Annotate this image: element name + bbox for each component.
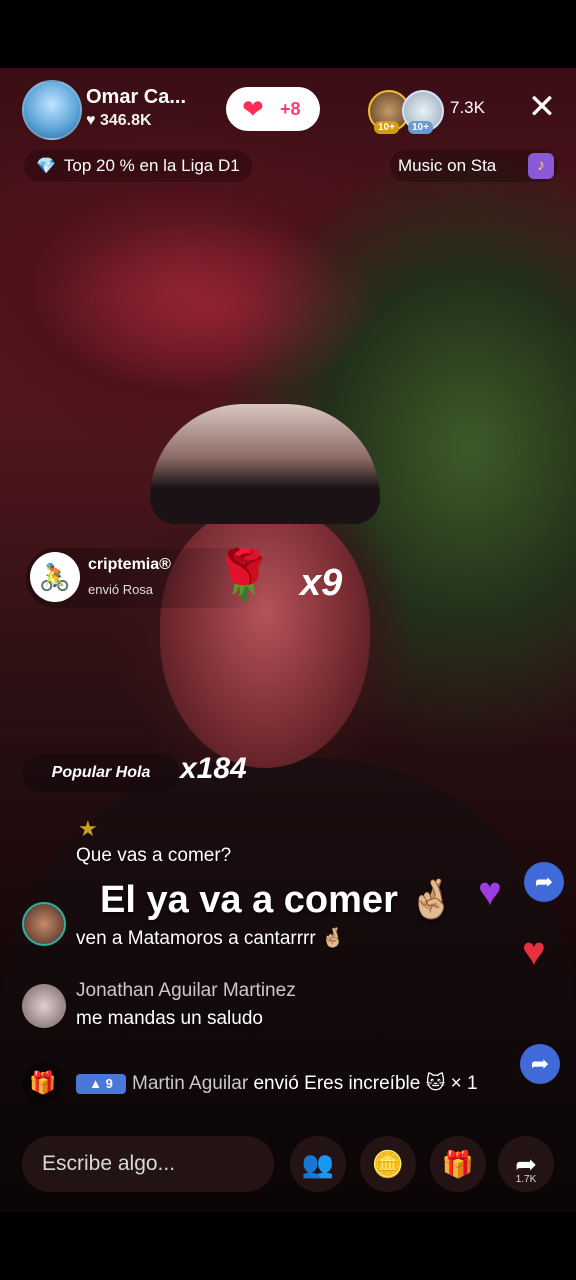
level-number: 9 xyxy=(105,1076,113,1091)
chat-message: me mandas un saludo xyxy=(76,1008,263,1029)
streamer-cap xyxy=(150,404,380,524)
chat-message: Que vas a comer? xyxy=(76,845,232,866)
viewer-badge: 10+ xyxy=(374,121,399,134)
coin-discount-icon[interactable]: 🪙 xyxy=(360,1136,416,1192)
music-stage-icon: ♪ xyxy=(528,153,554,179)
level-badge: ▲ 9 xyxy=(76,1074,126,1094)
gifter-avatar[interactable]: 🚴 xyxy=(30,552,80,602)
share-count: 1.7K xyxy=(515,1174,537,1185)
lamp-shade xyxy=(40,218,380,398)
multi-guest-icon[interactable]: 👥 xyxy=(290,1136,346,1192)
chat-avatar[interactable] xyxy=(22,984,66,1028)
purple-heart-icon: ♥ xyxy=(478,870,502,914)
chat-username[interactable]: Jonathan Aguilar Martinez xyxy=(76,980,296,1002)
share-float-icon[interactable]: ➦ xyxy=(524,862,564,902)
music-on-stage-pill[interactable]: Music on Sta ♪ xyxy=(390,150,558,182)
chat-avatar[interactable] xyxy=(22,902,66,946)
like-heart-icon[interactable]: ♥ xyxy=(522,930,546,975)
diamond-icon: 💎 xyxy=(36,158,56,175)
gifter-name[interactable]: criptemia® xyxy=(88,556,171,574)
popular-combo: Popular Hola xyxy=(22,754,180,792)
comment-input[interactable]: Escribe algo... xyxy=(22,1136,274,1192)
follow-button[interactable]: ❤ +8 xyxy=(226,87,320,131)
gift-description: envió Rosa xyxy=(88,582,154,597)
caption-overlay: El ya va a comer 🤞🏼 xyxy=(100,879,456,921)
viewer-avatar[interactable]: 10+ xyxy=(402,90,444,134)
gift-box-icon[interactable]: 🎁 xyxy=(22,1062,64,1104)
gift-action-text: envió Eres increíble 🐱 × 1 xyxy=(248,1073,478,1094)
music-text: Music on Sta xyxy=(398,156,497,175)
rose-icon: 🌹 xyxy=(214,549,274,602)
gift-activity-row: 🎁 ▲ 9 Martin Aguilar envió Eres increíbl… xyxy=(22,1062,562,1106)
gift-icon[interactable]: 🎁 xyxy=(430,1136,486,1192)
follow-count: +8 xyxy=(280,99,301,119)
host-info[interactable]: Omar Ca... ♥ 346.8K xyxy=(22,80,210,140)
host-name[interactable]: Omar Ca... xyxy=(86,86,186,109)
host-likes-count: 346.8K xyxy=(99,112,152,129)
live-video xyxy=(0,68,576,1212)
host-avatar[interactable] xyxy=(22,80,82,140)
popular-multiplier: x184 xyxy=(180,752,247,785)
viewer-badge: 10+ xyxy=(408,121,433,134)
gift-multiplier: x9 xyxy=(300,562,343,604)
gift-activity-text: Martin Aguilar envió Eres increíble 🐱 × … xyxy=(132,1072,478,1095)
chat-message: ven a Matamoros a cantarrrr 🤞🏼 xyxy=(76,928,345,949)
close-icon[interactable]: ✕ xyxy=(526,90,558,124)
heart-icon: ❤ xyxy=(242,94,264,124)
viewer-count[interactable]: 7.3K xyxy=(450,98,485,118)
share-button[interactable]: ➦ 1.7K xyxy=(498,1136,554,1192)
star-icon: ★ xyxy=(78,816,98,841)
gift-sender-name[interactable]: Martin Aguilar xyxy=(132,1073,248,1094)
rank-text: Top 20 % en la Liga D1 xyxy=(63,156,240,175)
rank-badge[interactable]: 💎 Top 20 % en la Liga D1 xyxy=(24,150,252,182)
host-likes: ♥ 346.8K xyxy=(86,112,152,129)
top-viewers[interactable]: 10+ 10+ xyxy=(368,88,452,134)
